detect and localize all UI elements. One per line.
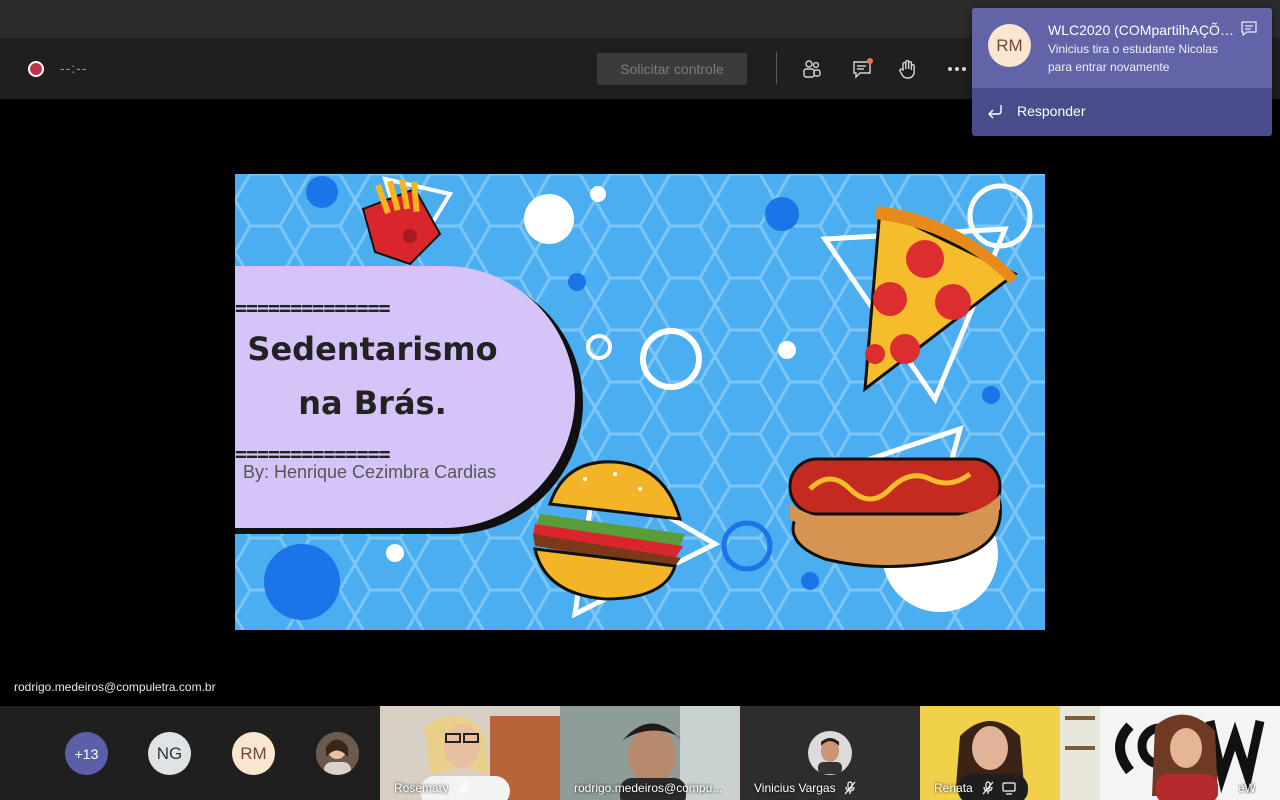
reply-label: Responder <box>1017 103 1086 119</box>
slide-title-line1: Sedentarismo <box>247 330 498 368</box>
overflow-participants-button[interactable]: +13 <box>65 732 108 775</box>
slide-author: By: Henrique Cezimbra Cardias <box>243 462 497 482</box>
notification-message-line2: para entrar novamente <box>1048 60 1170 74</box>
mic-off-icon <box>458 781 470 795</box>
notification-title: WLC2020 (COMpartilhAÇÕES) <box>1048 22 1238 38</box>
participant-tile[interactable]: Renata <box>920 706 1100 800</box>
record-icon[interactable] <box>28 61 44 77</box>
request-control-button[interactable]: Solicitar controle <box>597 53 747 85</box>
title-divider-top: ============== <box>235 302 391 314</box>
participant-name: eW <box>1238 781 1256 795</box>
raise-hand-icon[interactable] <box>895 56 921 82</box>
participant-name: Renata <box>934 781 973 795</box>
meeting-window: --:-- Solicitar controle ============== … <box>0 0 1280 800</box>
shared-slide: ============== Sedentarismo na Brás. ===… <box>235 174 1045 630</box>
toolbar-divider <box>776 52 777 84</box>
mic-off-icon <box>982 781 994 795</box>
participant-name: rodrigo.medeiros@compu... <box>574 781 723 795</box>
participant-tile[interactable]: rodrigo.medeiros@compu... <box>560 706 740 800</box>
participant-name: Rosemary <box>394 781 449 795</box>
reply-button[interactable]: Responder <box>972 88 1272 136</box>
slide-title-line2: na Brás. <box>298 384 447 422</box>
title-divider-bottom: ============== <box>235 448 391 460</box>
avatar[interactable]: NG <box>148 732 191 775</box>
chat-bubble-icon[interactable] <box>1240 20 1258 38</box>
chat-icon[interactable] <box>849 56 875 82</box>
avatar[interactable]: RM <box>232 732 275 775</box>
title-card: ============== Sedentarismo na Brás. ===… <box>235 266 575 528</box>
reply-icon <box>988 105 1002 119</box>
more-options-icon[interactable] <box>944 56 970 82</box>
notification-message-line1: Vinicius tira o estudante Nicolas <box>1048 42 1218 56</box>
participant-tile[interactable]: Vinicius Vargas <box>740 706 920 800</box>
slide-title: Sedentarismo na Brás. <box>235 322 510 430</box>
notification-body[interactable]: RM WLC2020 (COMpartilhAÇÕES) Vinicius ti… <box>972 8 1272 88</box>
participant-tile[interactable]: eW <box>1100 706 1280 800</box>
participants-icon[interactable] <box>799 56 825 82</box>
participant-name: Vinicius Vargas <box>754 781 836 795</box>
avatar: RM <box>988 24 1031 67</box>
meeting-timer: --:-- <box>60 60 88 76</box>
hotdog-illustration <box>788 457 1002 568</box>
screen-share-icon <box>1002 782 1016 795</box>
avatar[interactable] <box>316 732 359 775</box>
mic-off-icon <box>844 781 856 795</box>
chat-notification[interactable]: RM WLC2020 (COMpartilhAÇÕES) Vinicius ti… <box>972 8 1272 136</box>
participant-strip: +13 NG RM Rosemary rodrigo.medeiros@comp… <box>0 706 1280 800</box>
participant-tile[interactable]: Rosemary <box>380 706 560 800</box>
participant-photo <box>316 732 359 775</box>
notification-message: Vinicius tira o estudante Nicolas para e… <box>1048 40 1248 76</box>
presenter-name: rodrigo.medeiros@compuletra.com.br <box>14 680 216 694</box>
